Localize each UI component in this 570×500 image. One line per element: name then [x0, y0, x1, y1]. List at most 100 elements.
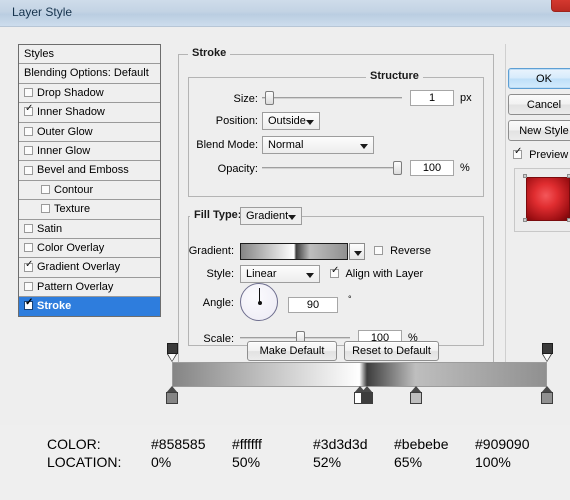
align-with-layer-checkbox[interactable]: Align with Layer [330, 265, 424, 280]
checkbox-icon[interactable] [24, 297, 33, 311]
position-value: Outside [268, 115, 306, 127]
checkbox-icon[interactable] [513, 146, 522, 159]
sidebar-item-outer-glow[interactable]: Outer Glow [19, 122, 160, 142]
position-select[interactable]: Outside [262, 112, 320, 130]
checkbox-icon[interactable] [24, 259, 33, 272]
fill-type-value: Gradient [246, 210, 289, 222]
gradient-label: Gradient: [188, 245, 234, 257]
sidebar-item-inner-glow[interactable]: Inner Glow [19, 141, 160, 162]
size-slider-thumb[interactable] [264, 91, 274, 105]
angle-label: Angle: [202, 297, 234, 309]
opacity-slider-thumb[interactable] [393, 161, 402, 175]
angle-dial[interactable] [240, 283, 278, 321]
gradient-color-stop[interactable] [361, 386, 373, 405]
table-row-color: COLOR: #858585 #ffffff #3d3d3d #bebebe #90909… [47, 435, 556, 453]
stop-swatch [166, 392, 178, 404]
checkbox-icon[interactable] [24, 87, 33, 97]
gradient-opacity-stop[interactable] [166, 343, 178, 362]
styles-list-header[interactable]: Styles [19, 45, 160, 65]
chevron-down-icon [360, 144, 368, 149]
sidebar-item-label: Outer Glow [37, 125, 93, 138]
size-input[interactable]: 1 [410, 90, 454, 106]
size-slider[interactable] [262, 91, 402, 105]
color-value: #ffffff [232, 436, 262, 452]
close-icon[interactable] [551, 0, 570, 12]
color-value: #3d3d3d [313, 436, 368, 452]
table-row-location: LOCATION: 0% 50% 52% 65% 100% [47, 453, 556, 471]
sidebar-item-drop-shadow[interactable]: Drop Shadow [19, 83, 160, 104]
reverse-checkbox[interactable]: Reverse [374, 245, 431, 257]
checkbox-icon[interactable] [24, 126, 33, 136]
color-row-label: COLOR: [47, 436, 101, 452]
color-value: #bebebe [394, 436, 449, 452]
gradient-bar[interactable] [172, 362, 547, 387]
angle-dial-center [258, 301, 262, 305]
swatch-handle [523, 218, 527, 222]
checkbox-icon[interactable] [24, 146, 33, 156]
checkbox-icon[interactable] [24, 223, 33, 233]
checkbox-icon[interactable] [24, 165, 33, 175]
blend-mode-select[interactable]: Normal [262, 136, 374, 154]
sidebar-item-blending-options[interactable]: Blending Options: Default [19, 64, 160, 84]
title-bar[interactable]: Layer Style [0, 0, 570, 27]
size-slider-track [262, 97, 402, 99]
gradient-color-stop[interactable] [541, 386, 553, 405]
checkbox-icon[interactable] [374, 245, 383, 255]
checkbox-icon[interactable] [24, 281, 33, 291]
preview-thumbnail [514, 168, 570, 232]
stop-pointer-icon [167, 354, 176, 361]
checkbox-icon[interactable] [330, 265, 339, 278]
angle-unit: ° [348, 294, 352, 304]
checkbox-icon[interactable] [41, 204, 50, 214]
checkbox-icon[interactable] [24, 243, 33, 253]
sidebar-item-label: Bevel and Emboss [37, 164, 129, 177]
opacity-slider[interactable] [262, 161, 402, 175]
gradient-opacity-stop[interactable] [541, 343, 553, 362]
checkbox-icon[interactable] [41, 184, 50, 194]
sidebar-item-inner-shadow[interactable]: Inner Shadow [19, 103, 160, 123]
panel-divider [505, 44, 506, 366]
sidebar-item-texture[interactable]: Texture [19, 200, 160, 220]
opacity-label: Opacity: [217, 163, 258, 175]
sidebar-item-satin[interactable]: Satin [19, 219, 160, 239]
opacity-input[interactable]: 100 [410, 160, 454, 176]
sidebar-item-contour[interactable]: Contour [19, 180, 160, 201]
chevron-down-icon [306, 273, 314, 278]
sidebar-item-label: Stroke [37, 300, 72, 313]
fill-type-select[interactable]: Gradient [240, 207, 302, 225]
sidebar-item-label: Drop Shadow [37, 86, 104, 99]
gradient-color-stop[interactable] [409, 386, 422, 405]
location-value: 50% [232, 454, 261, 470]
gradient-preview[interactable] [240, 243, 348, 260]
sidebar-item-color-overlay[interactable]: Color Overlay [19, 238, 160, 259]
location-row-label: LOCATION: [47, 454, 122, 470]
stop-swatch [361, 392, 373, 404]
location-value: 100% [475, 454, 511, 470]
size-unit: px [460, 92, 472, 104]
sidebar-item-bevel-and-emboss[interactable]: Bevel and Emboss [19, 161, 160, 181]
preview-label: Preview [529, 149, 569, 161]
preview-checkbox[interactable]: Preview [513, 146, 569, 161]
style-select[interactable]: Linear [240, 265, 320, 283]
sidebar-item-pattern-overlay[interactable]: Pattern Overlay [19, 277, 160, 298]
swatch-handle [523, 174, 527, 178]
align-with-layer-label: Align with Layer [345, 268, 424, 280]
gradient-picker-dropdown[interactable] [349, 243, 365, 260]
blend-mode-label: Blend Mode: [196, 139, 258, 151]
sidebar-item-stroke[interactable]: Stroke [19, 297, 160, 317]
stop-swatch [409, 392, 422, 404]
ok-button[interactable]: OK [508, 68, 570, 89]
new-style-button[interactable]: New Style [508, 120, 570, 141]
sidebar-item-label: Texture [54, 203, 91, 216]
angle-input[interactable]: 90 [288, 297, 338, 313]
sidebar-item-gradient-overlay[interactable]: Gradient Overlay [19, 258, 160, 278]
preview-swatch [526, 177, 570, 221]
gradient-preview-fill [241, 244, 347, 259]
location-value: 52% [313, 454, 342, 470]
reverse-label: Reverse [390, 245, 432, 257]
structure-group-title: Structure [366, 70, 423, 82]
position-label: Position: [215, 115, 258, 127]
checkbox-icon[interactable] [24, 103, 33, 117]
gradient-color-stop[interactable] [166, 386, 178, 405]
cancel-button[interactable]: Cancel [508, 94, 570, 115]
